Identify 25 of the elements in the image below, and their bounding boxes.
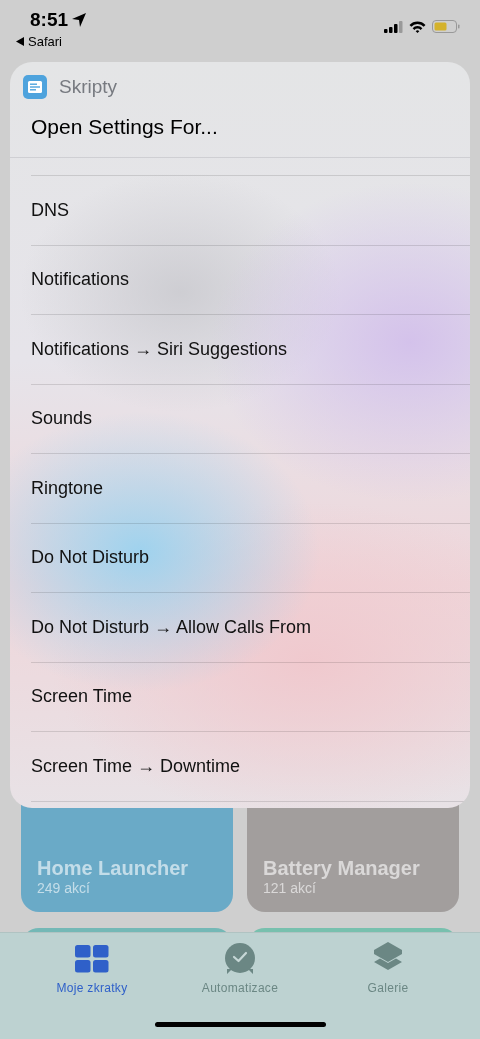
clock-check-icon [224, 943, 256, 975]
list-item[interactable]: Screen Time [31, 686, 133, 708]
card-title: Home Launcher [37, 856, 190, 880]
back-triangle-icon [16, 37, 24, 46]
list-item[interactable]: Notifications [31, 269, 130, 291]
list-item[interactable]: Ringtone [31, 477, 104, 499]
list-item[interactable]: Sounds [31, 408, 93, 430]
battery-icon [432, 20, 460, 33]
back-link[interactable]: Safari [16, 34, 88, 49]
app-name: Skripty [59, 76, 118, 98]
tab-item[interactable]: Moje zkratky [32, 941, 152, 1039]
card-count: 249 akcí [37, 880, 91, 896]
card-title: Battery Manager [263, 856, 421, 880]
sheet-title: Open Settings For... [30, 114, 219, 139]
location-arrow-icon [71, 12, 88, 28]
wifi-icon [409, 20, 426, 33]
app-icon [23, 75, 47, 99]
signal-icon [384, 20, 403, 33]
list-item[interactable]: Do Not Disturb [31, 547, 150, 569]
list-item[interactable]: DNS [31, 199, 69, 221]
card-count: 121 akcí [263, 880, 317, 896]
list-item[interactable]: Do Not Disturb → Allow Calls From [31, 616, 312, 638]
list-item[interactable]: Notifications → Siri Suggestions [31, 338, 288, 360]
grid-icon [75, 945, 109, 973]
clock-time: 8:51 [30, 9, 69, 31]
